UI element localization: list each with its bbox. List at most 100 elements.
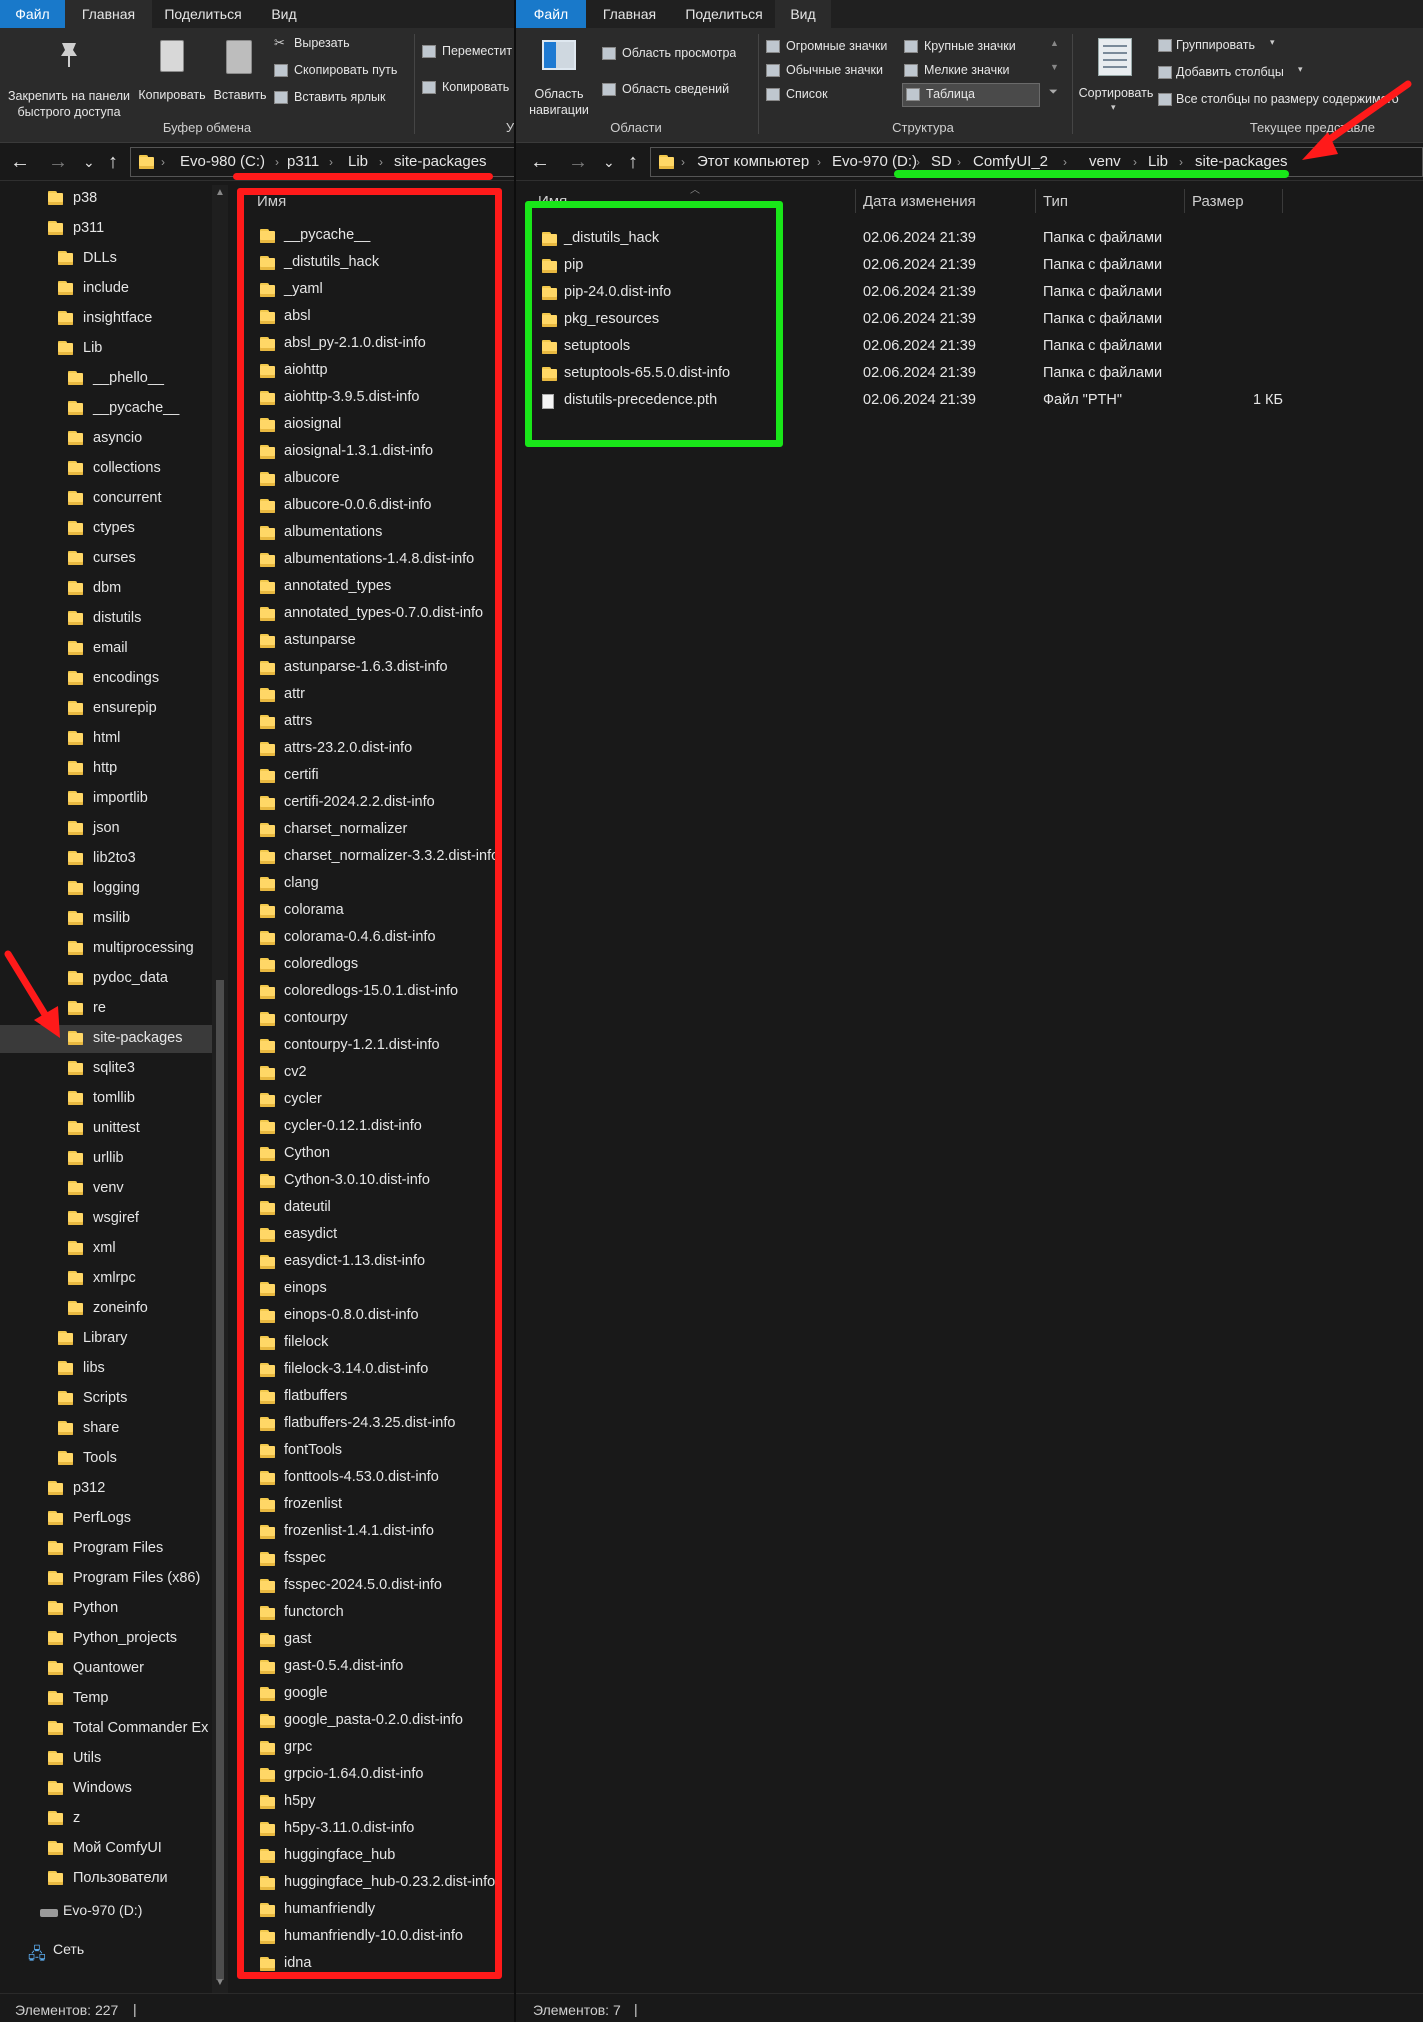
- navigation-pane-button[interactable]: Область навигации: [524, 36, 594, 120]
- tree-item-html[interactable]: html: [0, 725, 212, 753]
- tab-view[interactable]: Вид: [775, 0, 831, 28]
- crumb-lib[interactable]: Lib: [348, 148, 368, 176]
- tree-item-lib2to3[interactable]: lib2to3: [0, 845, 212, 873]
- tree-item-curses[interactable]: curses: [0, 545, 212, 573]
- paste-shortcut-button[interactable]: Вставить ярлык: [274, 89, 414, 109]
- tree-item-insightface[interactable]: insightface: [0, 305, 212, 333]
- tree-item-zoneinfo[interactable]: zoneinfo: [0, 1295, 212, 1323]
- tab-file[interactable]: Файл: [516, 0, 586, 28]
- tree-item-http[interactable]: http: [0, 755, 212, 783]
- column-header-size[interactable]: Размер: [1192, 193, 1244, 210]
- tree-item-perflogs[interactable]: PerfLogs: [0, 1505, 212, 1533]
- back-arrow-icon[interactable]: ←: [530, 148, 550, 176]
- tree-item-temp[interactable]: Temp: [0, 1685, 212, 1713]
- gallery-expand-icon[interactable]: ⏷: [1049, 86, 1058, 99]
- tree-item-python[interactable]: Python: [0, 1595, 212, 1623]
- copy-button[interactable]: Копировать: [136, 36, 208, 106]
- group-by-button[interactable]: Группировать ▾: [1158, 36, 1318, 58]
- tab-share[interactable]: Поделиться: [152, 0, 254, 28]
- up-arrow-icon[interactable]: ↑: [628, 148, 638, 176]
- pin-button[interactable]: Закрепить на панели быстрого доступа: [4, 36, 134, 119]
- tree-item-importlib[interactable]: importlib: [0, 785, 212, 813]
- tree-item-z[interactable]: z: [0, 1805, 212, 1833]
- copy-to-button[interactable]: Копировать: [422, 78, 515, 100]
- scroll-up-icon[interactable]: ▲: [215, 187, 225, 198]
- preview-pane-button[interactable]: Область просмотра: [602, 44, 752, 66]
- tree-item-libs[interactable]: libs: [0, 1355, 212, 1383]
- move-to-button[interactable]: Переместит: [422, 42, 515, 64]
- paste-button[interactable]: Вставить: [210, 36, 270, 106]
- crumb-p311[interactable]: p311: [287, 148, 319, 176]
- tree-item-tools[interactable]: Tools: [0, 1445, 212, 1473]
- tree-item-pycache[interactable]: __pycache__: [0, 395, 212, 423]
- details-pane-button[interactable]: Область сведений: [602, 80, 752, 102]
- tree-item-tomllib[interactable]: tomllib: [0, 1085, 212, 1113]
- forward-arrow-icon[interactable]: →: [568, 148, 588, 176]
- tree-item-email[interactable]: email: [0, 635, 212, 663]
- tree-item-include[interactable]: include: [0, 275, 212, 303]
- crumb-drive[interactable]: Evo-980 (C:): [180, 148, 265, 176]
- nav-scrollbar-thumb[interactable]: [216, 980, 224, 1980]
- tree-item-wsgiref[interactable]: wsgiref: [0, 1205, 212, 1233]
- tree-item-logging[interactable]: logging: [0, 875, 212, 903]
- gallery-scroll-up-icon[interactable]: ▲: [1050, 38, 1059, 48]
- tab-home[interactable]: Главная: [586, 0, 673, 28]
- crumb-this-pc[interactable]: Этот компьютер: [697, 148, 809, 176]
- tree-item-total-commander-ex[interactable]: Total Commander Ex: [0, 1715, 212, 1743]
- tree-item-utils[interactable]: Utils: [0, 1745, 212, 1773]
- tree-item-windows[interactable]: Windows: [0, 1775, 212, 1803]
- tree-item-json[interactable]: json: [0, 815, 212, 843]
- tree-item-share[interactable]: share: [0, 1415, 212, 1443]
- tab-view[interactable]: Вид: [254, 0, 314, 28]
- tree-item-library[interactable]: Library: [0, 1325, 212, 1353]
- tree-item-program-files[interactable]: Program Files: [0, 1535, 212, 1563]
- column-header-type[interactable]: Тип: [1043, 193, 1068, 210]
- tree-item-python-projects[interactable]: Python_projects: [0, 1625, 212, 1653]
- layout-small-icons[interactable]: Мелкие значки: [904, 61, 1044, 83]
- copy-path-button[interactable]: Скопировать путь: [274, 62, 414, 82]
- tree-item-drive-d[interactable]: Evo-970 (D:): [0, 1899, 212, 1925]
- layout-medium-icons[interactable]: Обычные значки: [766, 61, 902, 83]
- tree-item-asyncio[interactable]: asyncio: [0, 425, 212, 453]
- forward-arrow-icon[interactable]: →: [48, 148, 68, 176]
- up-arrow-icon[interactable]: ↑: [108, 148, 118, 176]
- tree-item-urllib[interactable]: urllib: [0, 1145, 212, 1173]
- column-header-date[interactable]: Дата изменения: [863, 193, 976, 210]
- tree-item-пользователи[interactable]: Пользователи: [0, 1865, 212, 1893]
- tab-share[interactable]: Поделиться: [673, 0, 775, 28]
- tree-item-sqlite3[interactable]: sqlite3: [0, 1055, 212, 1083]
- tree-item-мой-comfyui[interactable]: Мой ComfyUI: [0, 1835, 212, 1863]
- scroll-down-icon[interactable]: ▼: [215, 1977, 225, 1988]
- tree-item-ctypes[interactable]: ctypes: [0, 515, 212, 543]
- tree-item-p38[interactable]: p38: [0, 185, 212, 213]
- gallery-scroll-down-icon[interactable]: ▼: [1050, 62, 1059, 72]
- tree-item-distutils[interactable]: distutils: [0, 605, 212, 633]
- tree-item-msilib[interactable]: msilib: [0, 905, 212, 933]
- tree-item-lib[interactable]: Lib: [0, 335, 212, 363]
- sort-button[interactable]: Сортировать ▾: [1076, 36, 1156, 120]
- cut-button[interactable]: ✂ Вырезать: [274, 35, 404, 55]
- layout-extra-large-icons[interactable]: Огромные значки: [766, 37, 902, 59]
- layout-list[interactable]: Список: [766, 85, 902, 107]
- tree-item-concurrent[interactable]: concurrent: [0, 485, 212, 513]
- tab-home[interactable]: Главная: [65, 0, 152, 28]
- layout-large-icons[interactable]: Крупные значки: [904, 37, 1044, 59]
- tree-item-dbm[interactable]: dbm: [0, 575, 212, 603]
- tree-item-unittest[interactable]: unittest: [0, 1115, 212, 1143]
- tree-item-venv[interactable]: venv: [0, 1175, 212, 1203]
- tree-item-quantower[interactable]: Quantower: [0, 1655, 212, 1683]
- tree-item-network[interactable]: 🖧 Сеть: [0, 1938, 212, 1964]
- tree-item-phello[interactable]: __phello__: [0, 365, 212, 393]
- tree-item-dlls[interactable]: DLLs: [0, 245, 212, 273]
- nav-scrollbar[interactable]: ▲ ▼: [212, 185, 228, 1993]
- tab-file[interactable]: Файл: [0, 0, 65, 28]
- tree-item-scripts[interactable]: Scripts: [0, 1385, 212, 1413]
- tree-item-p312[interactable]: p312: [0, 1475, 212, 1503]
- tree-item-collections[interactable]: collections: [0, 455, 212, 483]
- tree-item-p311[interactable]: p311: [0, 215, 212, 243]
- tree-item-encodings[interactable]: encodings: [0, 665, 212, 693]
- back-arrow-icon[interactable]: ←: [10, 148, 30, 176]
- tree-item-xml[interactable]: xml: [0, 1235, 212, 1263]
- recent-chevron-icon[interactable]: ⌄: [603, 148, 615, 176]
- recent-chevron-icon[interactable]: ⌄: [83, 148, 95, 176]
